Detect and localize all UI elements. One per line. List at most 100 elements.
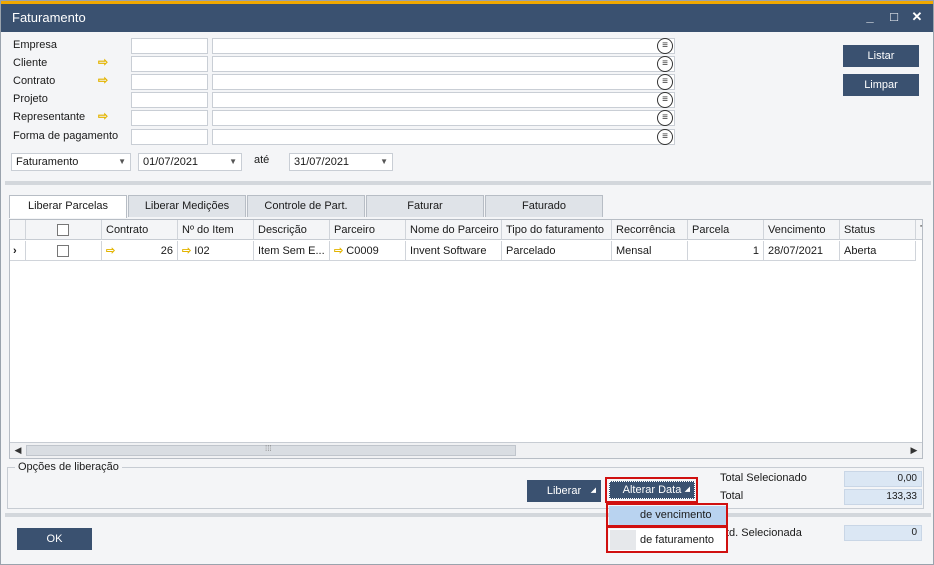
contrato-list-icon[interactable]: ≡ <box>657 74 673 90</box>
forma-pagamento-list-icon[interactable]: ≡ <box>657 129 673 145</box>
cliente-list-icon[interactable]: ≡ <box>657 56 673 72</box>
parcelas-grid: Contrato Nº do Item Descrição Parceiro N… <box>9 219 923 459</box>
tab-liberar-parcelas[interactable]: Liberar Parcelas <box>9 195 127 218</box>
recorrencia-cell[interactable]: Mensal <box>612 241 688 261</box>
tab-liberar-medicoes[interactable]: Liberar Medições <box>128 195 246 217</box>
row-checkbox[interactable] <box>57 245 69 257</box>
cliente-label: Cliente <box>13 57 48 69</box>
representante-code-field[interactable] <box>131 110 208 126</box>
cliente-link-arrow-icon[interactable]: ⇨ <box>98 55 108 69</box>
menu-item-de-vencimento[interactable]: de vencimento <box>609 506 726 525</box>
alterar-data-label: Alterar Data <box>622 484 682 496</box>
row-select-cell[interactable] <box>26 241 102 261</box>
total-label: Total <box>720 490 744 502</box>
column-header-parcela[interactable]: Parcela <box>688 220 764 240</box>
column-header-descricao[interactable]: Descrição <box>254 220 330 240</box>
total-selecionado-label: Total Selecionado <box>720 472 807 484</box>
column-header-tipo[interactable]: Tipo do faturamento <box>502 220 612 240</box>
representante-link-arrow-icon[interactable]: ⇨ <box>98 109 108 123</box>
maximize-button[interactable]: □ <box>883 7 905 27</box>
empresa-code-field[interactable] <box>131 38 208 54</box>
scroll-thumb[interactable]: ⁞⁞⁞ <box>26 444 516 456</box>
row-header-corner <box>10 220 26 240</box>
item-cell[interactable]: ⇨ I02 <box>178 241 254 261</box>
date-type-select[interactable]: Faturamento ▼ <box>11 153 131 171</box>
select-all-checkbox[interactable] <box>57 224 69 236</box>
liberar-button[interactable]: Liberar ◢ <box>527 480 601 502</box>
parceiro-link-arrow-icon[interactable]: ⇨ <box>334 245 343 257</box>
vencimento-cell[interactable]: 28/07/2021 <box>764 241 840 261</box>
separator <box>5 181 931 185</box>
column-header-nome-parceiro[interactable]: Nome do Parceiro <box>406 220 502 240</box>
horizontal-scrollbar[interactable]: ◀ ⁞⁞⁞ ▶ <box>10 442 922 458</box>
chevron-down-icon: ▼ <box>118 157 126 166</box>
date-separator-label: até <box>254 154 270 166</box>
separator <box>5 513 931 517</box>
qtd-selecionada-value: 0 <box>844 525 922 541</box>
item-link-arrow-icon[interactable]: ⇨ <box>182 245 191 257</box>
descricao-cell[interactable]: Item Sem E... <box>254 241 330 261</box>
empresa-label: Empresa <box>13 39 58 51</box>
caret-icon: ◢ <box>684 486 690 493</box>
projeto-label: Projeto <box>13 93 48 105</box>
scroll-right-icon[interactable]: ▶ <box>906 443 922 458</box>
date-type-value: Faturamento <box>16 156 79 168</box>
column-header-recorrencia[interactable]: Recorrência <box>612 220 688 240</box>
total-value: 133,33 <box>844 489 922 505</box>
caret-icon: ◢ <box>590 487 596 494</box>
nome-parceiro-cell[interactable]: Invent Software <box>406 241 502 261</box>
date-to-field[interactable]: 31/07/2021 ▼ <box>289 153 393 171</box>
listar-button[interactable]: Listar <box>843 45 919 67</box>
ok-button[interactable]: OK <box>17 528 92 550</box>
chevron-down-icon: ▼ <box>229 157 237 166</box>
representante-label: Representante <box>13 111 86 123</box>
projeto-code-field[interactable] <box>131 92 208 108</box>
tab-controle-part[interactable]: Controle de Part. <box>247 195 365 217</box>
liberar-label: Liberar <box>546 485 582 497</box>
close-button[interactable]: ✕ <box>906 7 928 27</box>
projeto-name-field[interactable] <box>212 92 675 108</box>
scroll-left-icon[interactable]: ◀ <box>10 443 26 458</box>
empresa-name-field[interactable] <box>212 38 675 54</box>
scroll-grip-icon: ⁞⁞⁞ <box>265 444 272 453</box>
window-title: Faturamento <box>12 10 86 25</box>
minimize-button[interactable]: _ <box>859 7 881 27</box>
column-header-select[interactable] <box>26 220 102 240</box>
cliente-name-field[interactable] <box>212 56 675 72</box>
status-cell[interactable]: Aberta <box>840 241 916 261</box>
projeto-list-icon[interactable]: ≡ <box>657 92 673 108</box>
parceiro-cell[interactable]: ⇨ C0009 <box>330 241 406 261</box>
column-header-item[interactable]: Nº do Item <box>178 220 254 240</box>
forma-pagamento-name-field[interactable] <box>212 129 675 145</box>
contrato-link-arrow-icon[interactable]: ⇨ <box>106 245 115 257</box>
tab-faturado[interactable]: Faturado <box>485 195 603 217</box>
column-header-contrato[interactable]: Contrato <box>102 220 178 240</box>
contrato-link-arrow-icon[interactable]: ⇨ <box>98 73 108 87</box>
contrato-cell[interactable]: ⇨ 26 <box>102 241 178 261</box>
contrato-value: 26 <box>160 245 173 257</box>
forma-pagamento-label: Forma de pagamento <box>13 130 119 142</box>
date-from-field[interactable]: 01/07/2021 ▼ <box>138 153 242 171</box>
tipo-cell[interactable]: Parcelado <box>502 241 612 261</box>
limpar-button[interactable]: Limpar <box>843 74 919 96</box>
representante-name-field[interactable] <box>212 110 675 126</box>
column-header-status[interactable]: Status <box>840 220 916 240</box>
cliente-code-field[interactable] <box>131 56 208 72</box>
alterar-data-button[interactable]: Alterar Data ◢ <box>609 481 695 499</box>
row-marker[interactable]: › <box>10 241 26 261</box>
total-selecionado-value: 0,00 <box>844 471 922 487</box>
parceiro-value: C0009 <box>346 245 379 257</box>
column-header-parceiro[interactable]: Parceiro <box>330 220 406 240</box>
contrato-code-field[interactable] <box>131 74 208 90</box>
chevron-down-icon: ▼ <box>380 157 388 166</box>
qtd-selecionada-label: td. Selecionada <box>726 527 802 539</box>
column-header-vencimento[interactable]: Vencimento <box>764 220 840 240</box>
menu-item-de-faturamento[interactable]: de faturamento <box>609 531 726 550</box>
forma-pagamento-code-field[interactable] <box>131 129 208 145</box>
representante-list-icon[interactable]: ≡ <box>657 110 673 126</box>
contrato-name-field[interactable] <box>212 74 675 90</box>
tab-faturar[interactable]: Faturar <box>366 195 484 217</box>
empresa-list-icon[interactable]: ≡ <box>657 38 673 54</box>
column-header-t[interactable]: T <box>916 220 922 240</box>
parcela-cell[interactable]: 1 <box>688 241 764 261</box>
